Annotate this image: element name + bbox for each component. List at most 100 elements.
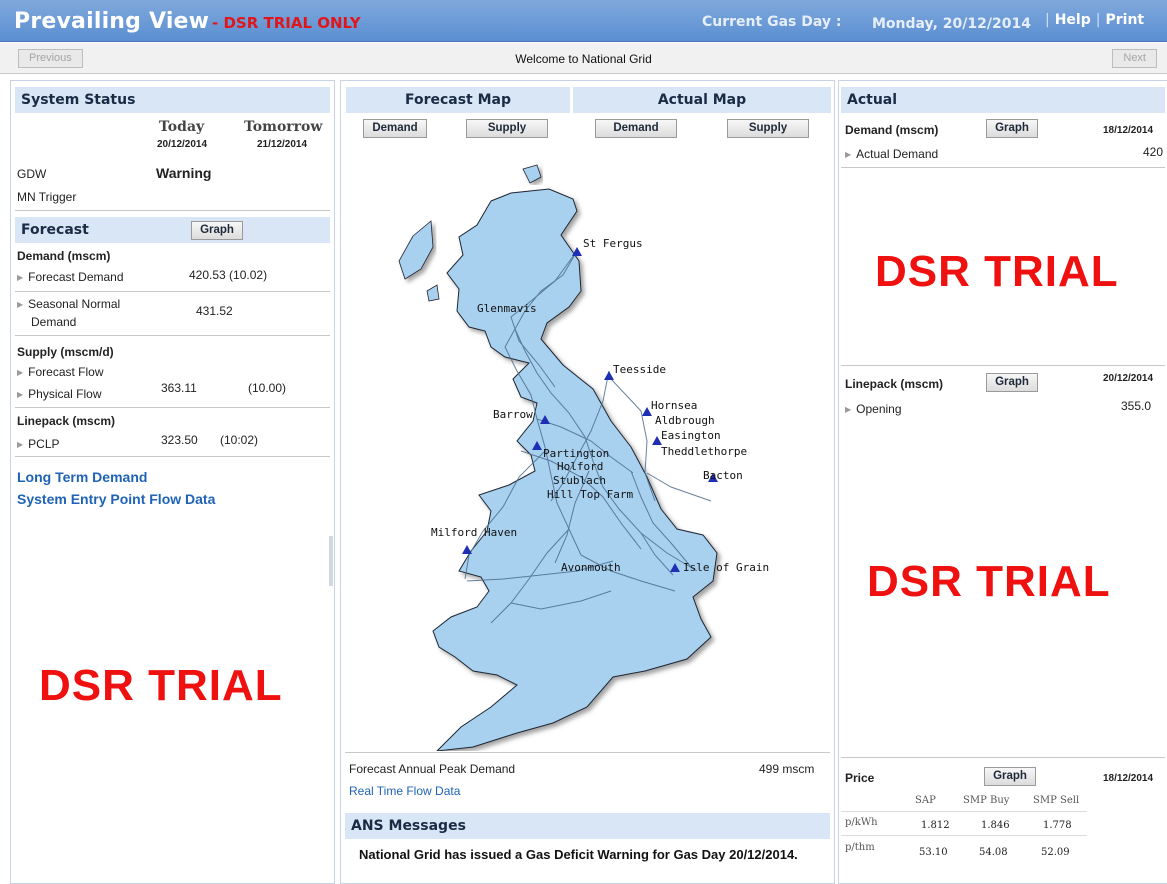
price-graph-button[interactable]: Graph (984, 767, 1036, 786)
linepack-graph-button[interactable]: Graph (986, 373, 1038, 392)
today-label: Today (159, 119, 205, 135)
physical-flow-label: Physical Flow (28, 387, 102, 401)
tomorrow-date: 21/12/2014 (257, 139, 308, 150)
opening-value: 355.0 (1121, 399, 1152, 413)
ans-messages-header: ANS Messages (345, 813, 830, 839)
price-row-unit: p/kWh (845, 817, 878, 828)
system-entry-point-link[interactable]: System Entry Point Flow Data (17, 491, 215, 507)
dsr-trial-watermark: DSR TRIAL (39, 661, 283, 710)
forecast-demand-item[interactable]: ▶ Forecast Demand (17, 270, 124, 284)
opening-label: Opening (856, 402, 902, 416)
divider (15, 407, 330, 408)
site-marker-milford-haven (462, 545, 472, 554)
linepack-date: 20/12/2014 (1103, 373, 1154, 384)
inner-isles (426, 284, 440, 302)
linepack-heading: Linepack (mscm) (845, 377, 944, 391)
divider (841, 365, 1165, 366)
seasonal-normal-item[interactable]: ▶ Seasonal Normal (17, 297, 120, 311)
forecast-flow-item[interactable]: ▶ Forecast Flow (17, 365, 104, 379)
supply-heading: Supply (mscm/d) (17, 345, 114, 359)
left-panel: System Status Today Tomorrow 20/12/2014 … (10, 80, 335, 884)
system-status-header: System Status (15, 87, 330, 113)
site-label: Bacton (703, 469, 743, 482)
forecast-graph-button[interactable]: Graph (191, 221, 243, 240)
print-link[interactable]: Print (1105, 12, 1144, 28)
actual-demand-value: 420 (1143, 145, 1164, 159)
divider (841, 811, 1087, 812)
pclp-item[interactable]: ▶ PCLP (17, 437, 60, 451)
triangle-right-icon: ▶ (17, 390, 24, 399)
next-button[interactable]: Next (1112, 49, 1157, 68)
divider (15, 210, 330, 211)
price-cell: 1.846 (981, 820, 1010, 831)
actual-demand-map-button[interactable]: Demand (595, 119, 677, 138)
price-col-smp-buy: SMP Buy (963, 795, 1010, 806)
forecast-demand-map-button[interactable]: Demand (363, 119, 427, 138)
site-label: Isle of Grain (683, 561, 769, 574)
forecast-header: Forecast (15, 217, 330, 243)
actual-demand-graph-button[interactable]: Graph (986, 119, 1038, 138)
price-heading: Price (845, 771, 875, 785)
price-date: 18/12/2014 (1103, 773, 1154, 784)
site-label: Glenmavis (477, 302, 537, 315)
price-col-smp-sell: SMP Sell (1033, 795, 1080, 806)
physical-flow-item[interactable]: ▶ Physical Flow (17, 387, 102, 401)
triangle-right-icon: ▶ (845, 150, 852, 159)
site-label: Barrow (493, 408, 533, 421)
site-label: Easington (661, 429, 721, 442)
forecast-map-tab[interactable]: Forecast Map (346, 87, 570, 113)
nav-bar: Previous Welcome to National Grid Next (0, 43, 1167, 74)
price-cell: 54.08 (979, 847, 1008, 858)
divider (345, 752, 830, 753)
tomorrow-label: Tomorrow (244, 119, 323, 135)
uk-gas-network-map: St Fergus Glenmavis Teesside Barrow Horn… (398, 164, 769, 751)
separator: | (1045, 12, 1050, 28)
site-label: Holford (557, 460, 603, 473)
opening-item[interactable]: ▶ Opening (845, 402, 902, 416)
triangle-right-icon: ▶ (17, 368, 24, 377)
separator: | (1095, 12, 1101, 28)
actual-header: Actual (841, 87, 1165, 113)
long-term-demand-link[interactable]: Long Term Demand (17, 469, 147, 485)
site-label: Hill Top Farm (547, 488, 633, 501)
seasonal-normal-value: 431.52 (196, 304, 233, 318)
divider (15, 456, 330, 457)
site-label: Hornsea (651, 399, 697, 412)
hebrides (398, 220, 434, 280)
peak-demand-value: 499 mscm (759, 762, 815, 776)
pclp-value: 323.50 (161, 433, 198, 447)
shetland-islands (522, 164, 542, 184)
today-date: 20/12/2014 (157, 139, 208, 150)
center-panel: Forecast Map Actual Map Demand Supply De… (340, 80, 835, 884)
price-cell: 53.10 (919, 847, 948, 858)
ans-message-text: National Grid has issued a Gas Deficit W… (359, 847, 798, 862)
actual-supply-map-button[interactable]: Supply (727, 119, 809, 138)
physical-flow-value: 363.11 (161, 381, 197, 395)
site-label: Aldbrough (655, 414, 715, 427)
app-title: Prevailing View (14, 9, 210, 34)
gdw-today-status: Warning (156, 165, 212, 181)
demand-heading: Demand (mscm) (17, 249, 111, 263)
linepack-heading: Linepack (mscm) (17, 414, 116, 428)
site-label: Partington (543, 447, 609, 460)
price-row-unit: p/thm (845, 842, 875, 853)
seasonal-normal-label-2: Demand (31, 315, 77, 329)
forecast-flow-label: Forecast Flow (28, 365, 104, 379)
seasonal-normal-label-1: Seasonal Normal (28, 297, 121, 311)
help-link[interactable]: Help (1055, 12, 1091, 28)
peak-demand-label: Forecast Annual Peak Demand (349, 762, 516, 776)
triangle-right-icon: ▶ (17, 273, 24, 282)
right-panel: Actual Demand (mscm) Graph 18/12/2014 ▶ A… (838, 80, 1167, 884)
price-cell: 1.812 (921, 820, 950, 831)
actual-map-tab[interactable]: Actual Map (573, 87, 831, 113)
forecast-supply-map-button[interactable]: Supply (466, 119, 548, 138)
site-label: Stublach (553, 474, 606, 487)
scrollbar-thumb[interactable] (329, 536, 333, 586)
real-time-flow-link[interactable]: Real Time Flow Data (349, 784, 460, 798)
physical-flow-time: (10.00) (248, 381, 287, 395)
actual-demand-item[interactable]: ▶ Actual Demand (845, 147, 938, 161)
divider (15, 335, 330, 336)
forecast-demand-value: 420.53 (10.02) (189, 268, 268, 282)
header-links: | Help | Print (1040, 12, 1144, 28)
trial-note: - DSR TRIAL ONLY (212, 14, 361, 32)
